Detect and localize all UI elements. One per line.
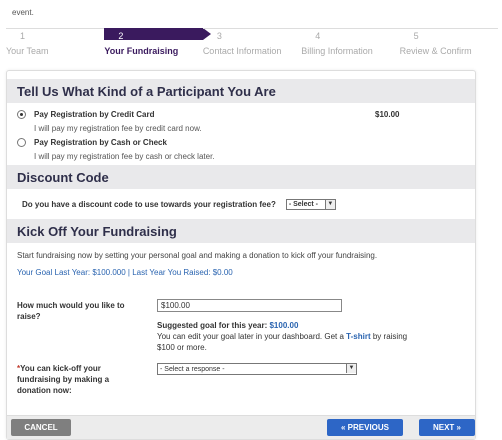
step-number: 1 bbox=[20, 31, 26, 41]
kickoff-intro: Start fundraising now by setting your pe… bbox=[17, 251, 378, 260]
step-number: 5 bbox=[413, 31, 419, 41]
option-description: I will pay my registration fee by cash o… bbox=[34, 151, 215, 161]
select-value: - Select - bbox=[288, 200, 319, 208]
step-label: Your Team bbox=[6, 46, 49, 56]
edit-goal-line: You can edit your goal later in your das… bbox=[157, 331, 457, 342]
suggested-prefix: Suggested goal for this year: bbox=[157, 321, 268, 330]
edit-text: You can edit your goal later in your das… bbox=[157, 332, 344, 341]
suggested-goal-line: Suggested goal for this year: $100.00 bbox=[157, 320, 457, 331]
previous-button[interactable]: « PREVIOUS bbox=[327, 419, 403, 436]
option-label: Pay Registration by Cash or Check bbox=[34, 137, 167, 147]
discount-section-title: Discount Code bbox=[7, 165, 475, 189]
edit-text: by raising bbox=[372, 332, 408, 341]
step-contact-information: 3 Contact Information bbox=[202, 28, 302, 62]
participant-section-title: Tell Us What Kind of a Participant You A… bbox=[7, 79, 475, 103]
kickoff-section-title: Kick Off Your Fundraising bbox=[7, 219, 475, 243]
registration-panel: Tell Us What Kind of a Participant You A… bbox=[6, 70, 476, 440]
step-billing-information: 4 Billing Information bbox=[301, 28, 400, 62]
discount-question: Do you have a discount code to use towar… bbox=[22, 199, 276, 209]
step-label: Your Fundraising bbox=[104, 46, 179, 56]
step-number: 3 bbox=[216, 31, 222, 41]
chevron-down-icon: ▼ bbox=[346, 364, 356, 373]
tshirt-link[interactable]: T-shirt bbox=[346, 332, 370, 341]
option-description: I will pay my registration fee by credit… bbox=[34, 123, 202, 133]
step-label: Billing Information bbox=[301, 46, 373, 56]
top-text: event. bbox=[12, 8, 34, 17]
next-button[interactable]: NEXT » bbox=[419, 419, 475, 436]
step-label: Contact Information bbox=[202, 46, 282, 56]
form-footer: CANCEL « PREVIOUS NEXT » bbox=[7, 415, 475, 439]
input-value: $100.00 bbox=[161, 301, 190, 310]
suggested-goal-block: Suggested goal for this year: $100.00 Yo… bbox=[157, 320, 457, 353]
label-text: You can kick-off your fundraising by mak… bbox=[17, 364, 110, 395]
radio-button[interactable] bbox=[17, 137, 26, 147]
step-review-confirm: 5 Review & Confirm bbox=[399, 28, 499, 62]
suggested-value: $100.00 bbox=[269, 321, 299, 330]
edit-goal-line: $100 or more. bbox=[157, 343, 207, 352]
discount-row: Do you have a discount code to use towar… bbox=[7, 193, 475, 215]
step-your-team[interactable]: 1 Your Team bbox=[6, 28, 105, 62]
step-number: 4 bbox=[315, 31, 321, 41]
cancel-button[interactable]: CANCEL bbox=[11, 419, 71, 436]
goal-history: Your Goal Last Year: $100.000 | Last Yea… bbox=[17, 268, 233, 277]
raise-label: How much would you like to raise? bbox=[17, 301, 125, 321]
step-your-fundraising[interactable]: 2 Your Fundraising bbox=[104, 28, 212, 62]
chevron-down-icon: ▼ bbox=[324, 199, 335, 209]
discount-select[interactable]: - Select - ▼ bbox=[285, 198, 336, 210]
step-number: 2 bbox=[118, 31, 124, 41]
option-credit-card[interactable]: Pay Registration by Credit Card $10.00 bbox=[7, 107, 475, 121]
option-cash-check[interactable]: Pay Registration by Cash or Check bbox=[7, 135, 475, 149]
select-value: - Select a response - bbox=[160, 365, 225, 373]
radio-button[interactable] bbox=[17, 109, 26, 119]
kickoff-donation-select[interactable]: - Select a response - ▼ bbox=[157, 363, 357, 375]
step-label: Review & Confirm bbox=[399, 46, 472, 56]
kickoff-donation-label: *You can kick-off your fundraising by ma… bbox=[17, 363, 142, 396]
registration-price: $10.00 bbox=[375, 109, 400, 119]
option-label: Pay Registration by Credit Card bbox=[34, 109, 155, 119]
raise-amount-input[interactable]: $100.00 bbox=[157, 299, 342, 312]
progress-steps: 1 Your Team 2 Your Fundraising 3 Contact… bbox=[6, 28, 499, 62]
